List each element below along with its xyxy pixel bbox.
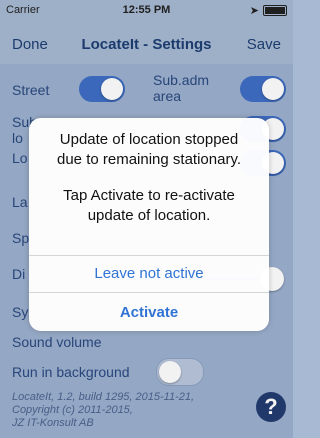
alert-separator-2 bbox=[29, 292, 269, 293]
alert-line-3: Tap Activate to re-activate bbox=[63, 187, 235, 204]
activate-button[interactable]: Activate bbox=[29, 304, 269, 321]
alert-separator-1 bbox=[29, 255, 269, 256]
alert-dialog: Update of location stopped due to remain… bbox=[29, 118, 269, 331]
leave-not-active-button[interactable]: Leave not active bbox=[29, 265, 269, 282]
alert-line-1: Update of location stopped bbox=[59, 131, 239, 148]
alert-line-4: update of location. bbox=[87, 207, 211, 224]
alert-line-2: due to remaining stationary. bbox=[57, 151, 241, 168]
alert-gap bbox=[43, 170, 255, 186]
alert-message: Update of location stopped due to remain… bbox=[43, 130, 255, 226]
